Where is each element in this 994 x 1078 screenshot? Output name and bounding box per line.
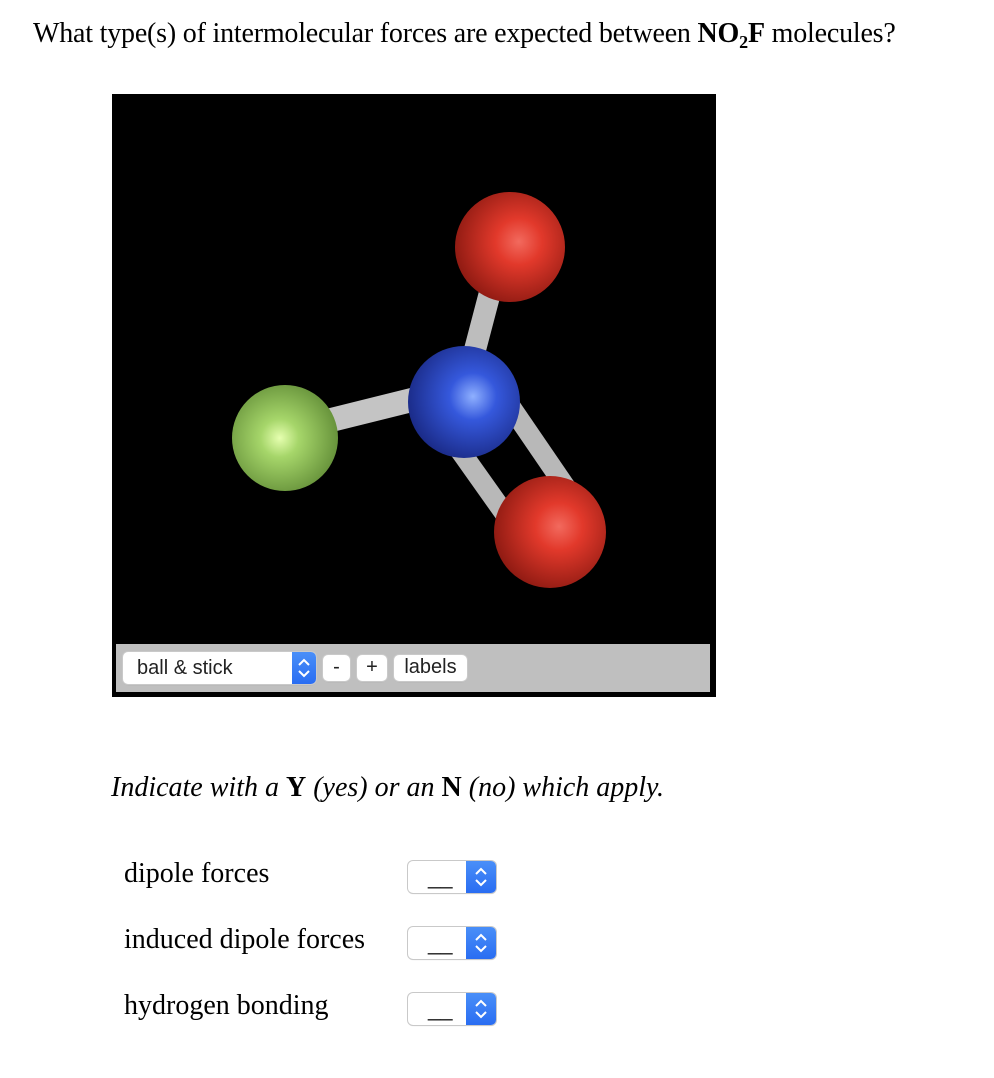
render-style-value: ball & stick bbox=[137, 657, 233, 679]
formula-main: NO bbox=[697, 18, 740, 49]
select-stepper[interactable] bbox=[466, 861, 496, 893]
molecule-viewer[interactable]: ball & stick - + labels bbox=[112, 94, 716, 697]
instruction-part2: (yes) or an bbox=[306, 772, 442, 803]
question-suffix: molecules? bbox=[764, 18, 896, 49]
option-label-hydrogen-bonding: hydrogen bonding bbox=[124, 990, 329, 1021]
zoom-in-button[interactable]: + bbox=[357, 655, 387, 681]
select-value: __ bbox=[428, 864, 453, 889]
instruction-n: N bbox=[441, 772, 462, 803]
instruction-text: Indicate with a Y (yes) or an N (no) whi… bbox=[111, 772, 664, 804]
select-stepper[interactable] bbox=[292, 652, 316, 684]
molecule-canvas[interactable] bbox=[112, 94, 716, 644]
select-stepper[interactable] bbox=[466, 993, 496, 1025]
select-hydrogen-bonding[interactable]: __ bbox=[408, 993, 496, 1025]
option-label-induced-dipole-forces: induced dipole forces bbox=[124, 924, 366, 955]
atom-nitrogen bbox=[408, 346, 520, 458]
atom-oxygen-bottom bbox=[494, 476, 606, 588]
viewer-toolbar: ball & stick - + labels bbox=[116, 644, 710, 692]
formula-end: F bbox=[747, 18, 765, 49]
chevron-up-down-icon bbox=[475, 933, 487, 953]
labels-button[interactable]: labels bbox=[394, 655, 467, 681]
atom-fluorine bbox=[232, 385, 338, 491]
formula: NO2F bbox=[697, 18, 766, 52]
option-label-dipole-forces: dipole forces bbox=[124, 858, 270, 889]
select-dipole-forces[interactable]: __ bbox=[408, 861, 496, 893]
question-prefix: What type(s) of intermolecular forces ar… bbox=[33, 18, 698, 49]
zoom-out-button[interactable]: - bbox=[323, 655, 350, 681]
atom-oxygen-top bbox=[455, 192, 565, 302]
chevron-up-down-icon bbox=[298, 658, 310, 678]
chevron-up-down-icon bbox=[475, 867, 487, 887]
chevron-up-down-icon bbox=[475, 999, 487, 1019]
render-style-select[interactable]: ball & stick bbox=[123, 652, 316, 684]
select-value: __ bbox=[428, 996, 453, 1021]
instruction-part3: (no) which apply. bbox=[461, 772, 664, 803]
select-stepper[interactable] bbox=[466, 927, 496, 959]
formula-subscript: 2 bbox=[739, 32, 748, 52]
select-value: __ bbox=[428, 930, 453, 955]
instruction-y: Y bbox=[285, 772, 307, 803]
instruction-part1: Indicate with a bbox=[111, 772, 286, 803]
select-induced-dipole-forces[interactable]: __ bbox=[408, 927, 496, 959]
question-text: What type(s) of intermolecular forces ar… bbox=[33, 18, 896, 52]
